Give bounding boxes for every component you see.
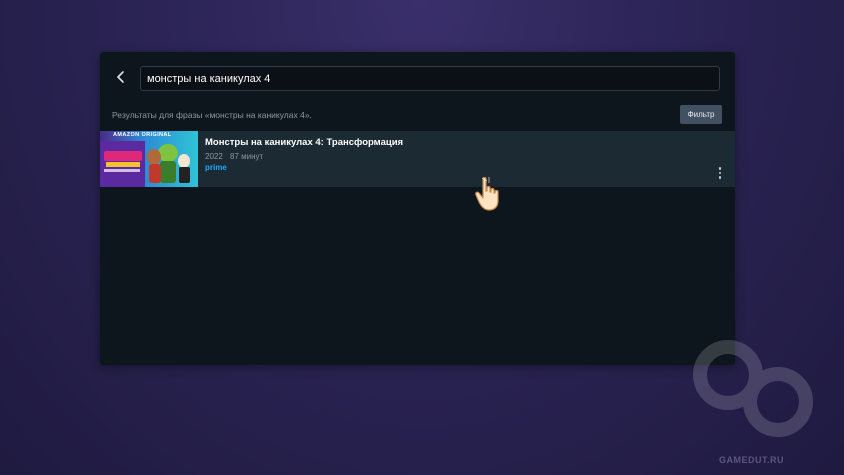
result-row[interactable]: AMAZON ORIGINAL Монстры на каникулах 4: … (100, 131, 735, 187)
watermark-text: GAMEDUT.RU (719, 455, 784, 465)
results-label: Результаты для фразы «монстры на каникул… (112, 110, 312, 120)
search-bar (100, 52, 735, 102)
hand-pointer-icon (475, 176, 499, 211)
more-options-button[interactable] (717, 167, 723, 181)
gamedut-logo-icon (693, 340, 813, 437)
amazon-original-badge: AMAZON ORIGINAL (113, 132, 172, 138)
search-window: Результаты для фразы «монстры на каникул… (100, 52, 735, 365)
movie-title[interactable]: Монстры на каникулах 4: Трансформация (205, 137, 403, 148)
movie-duration: 87 минут (230, 152, 264, 161)
back-button[interactable] (110, 66, 132, 88)
chevron-left-icon (117, 71, 124, 83)
movie-poster[interactable]: AMAZON ORIGINAL (100, 131, 198, 187)
prime-label: prime (205, 163, 227, 172)
movie-meta: 2022 87 минут (205, 152, 263, 161)
poster-art (100, 141, 190, 187)
filter-button[interactable]: Фильтр (680, 105, 722, 124)
movie-year: 2022 (205, 152, 223, 161)
more-vertical-icon (717, 167, 723, 179)
search-input[interactable] (140, 66, 720, 91)
